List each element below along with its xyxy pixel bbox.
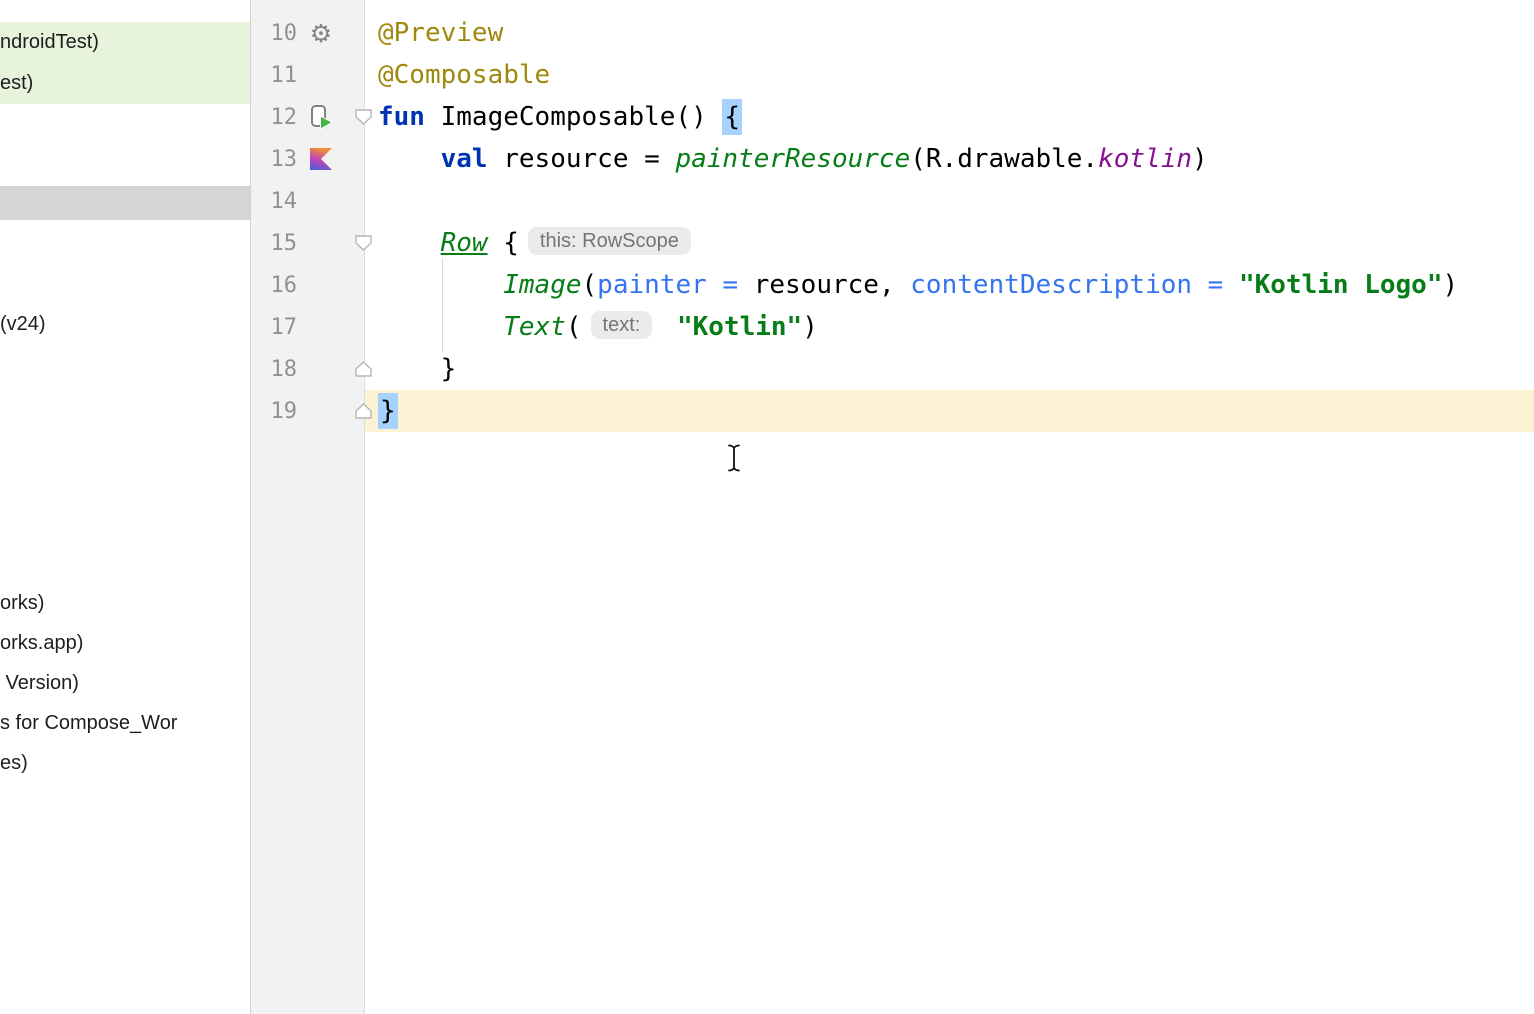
code-token: @Composable [378, 60, 550, 90]
code-token: "Kotlin" [677, 312, 802, 342]
line-number: 13 [251, 147, 297, 172]
code-token: kotlin [1098, 144, 1192, 174]
code-token: } [378, 393, 398, 429]
code-token [661, 312, 677, 342]
fold-expand-icon[interactable] [354, 403, 373, 420]
gutter-row[interactable]: 11 [251, 54, 364, 96]
line-number: 10 [251, 21, 297, 46]
code-token: ImageComposable() [425, 102, 722, 132]
code-line-12[interactable]: fun ImageComposable() { [364, 96, 1534, 138]
android-studio-window: ndroidTest) est) (v24) orks) orks.app) Versi… [0, 0, 1534, 1014]
code-line-15[interactable]: Row { this: RowScope [364, 222, 1534, 264]
gutter-row[interactable]: 13 [251, 138, 364, 180]
tree-item[interactable]: ndroidTest) [0, 22, 250, 63]
code-token: Text [503, 312, 566, 342]
project-panel: ndroidTest) est) (v24) orks) orks.app) Versi… [0, 0, 251, 1014]
code-token: painterResource [675, 144, 910, 174]
inlay-hint: this: RowScope [528, 227, 691, 255]
tree-item-label: est) [0, 72, 33, 94]
code-token: ) [802, 312, 818, 342]
gutter-icon-slot [305, 355, 337, 383]
line-number: 19 [251, 399, 297, 424]
tree-item[interactable] [0, 186, 250, 220]
tree-item[interactable]: (v24) [0, 310, 250, 338]
tree-item[interactable]: orks.app) [0, 629, 250, 657]
line-number: 18 [251, 357, 297, 382]
code-line-13[interactable]: val resource = painterResource(R.drawabl… [364, 138, 1534, 180]
code-token: (R.drawable. [910, 144, 1098, 174]
code-token: ( [566, 312, 582, 342]
code-token: ) [1443, 270, 1459, 300]
fold-collapse-icon[interactable] [354, 109, 373, 126]
code-token: } [378, 354, 456, 384]
code-line-10[interactable]: @Preview [364, 12, 1534, 54]
tree-item-label: ndroidTest) [0, 31, 99, 53]
code-token: resource, [754, 270, 911, 300]
gutter-icon-slot [305, 313, 337, 341]
fold-collapse-icon[interactable] [354, 235, 373, 252]
tree-item[interactable]: Version) [0, 669, 250, 697]
code-line-14[interactable] [364, 180, 1534, 222]
gutter-row[interactable]: 14 [251, 180, 364, 222]
tree-item-label: orks.app) [0, 632, 83, 654]
run-preview-icon[interactable] [305, 103, 337, 131]
code-token: painter = [597, 270, 754, 300]
text-cursor-pointer [725, 443, 743, 473]
tree-item-label: Version) [0, 672, 79, 694]
gutter-row[interactable]: 18 [251, 348, 364, 390]
tree-item[interactable]: est) [0, 63, 250, 104]
code-editor[interactable]: @Preview @Composable fun ImageComposable()… [364, 0, 1534, 1014]
gutter-row[interactable]: 15 [251, 222, 364, 264]
gutter-icon-slot [305, 397, 337, 425]
code-token: { [722, 99, 742, 135]
gutter-icon-slot [305, 229, 337, 257]
code-line-11[interactable]: @Composable [364, 54, 1534, 96]
tree-item-label: (v24) [0, 313, 46, 335]
fold-expand-icon[interactable] [354, 361, 373, 378]
gutter-row[interactable]: 16 [251, 264, 364, 306]
tree-item-label: orks) [0, 592, 44, 614]
code-token: @Preview [378, 18, 503, 48]
line-number: 15 [251, 231, 297, 256]
code-line-19[interactable]: } [364, 390, 1534, 432]
line-number: 14 [251, 189, 297, 214]
gutter-row[interactable]: 12 [251, 96, 364, 138]
tree-item-label: es) [0, 752, 28, 774]
gutter-row[interactable]: 10 ⚙ [251, 12, 364, 54]
code-token: resource = [488, 144, 676, 174]
tree-item[interactable]: es) [0, 749, 250, 777]
gutter-icon-slot [305, 271, 337, 299]
gear-icon[interactable]: ⚙ [305, 19, 337, 47]
line-number: 17 [251, 315, 297, 340]
code-token: Image [503, 270, 581, 300]
line-number: 11 [251, 63, 297, 88]
code-token: Row [441, 228, 488, 258]
code-line-16[interactable]: Image(painter = resource, contentDescrip… [364, 264, 1534, 306]
code-token [378, 312, 503, 342]
code-token: val [441, 144, 488, 174]
code-token: "Kotlin Logo" [1239, 270, 1443, 300]
inlay-hint: text: [591, 311, 653, 339]
editor-gutter: 10 ⚙ 11 12 13 14 15 16 17 18 19 [251, 0, 365, 1014]
gutter-icon-slot [305, 187, 337, 215]
kotlin-logo-icon[interactable] [305, 145, 337, 173]
code-token: ) [1192, 144, 1208, 174]
code-token: { [488, 228, 519, 258]
tree-item-label: s for Compose_Wor [0, 712, 177, 734]
gutter-icon-slot [305, 61, 337, 89]
tree-item[interactable]: orks) [0, 589, 250, 617]
code-line-17[interactable]: Text( text: "Kotlin") [364, 306, 1534, 348]
code-token [378, 144, 441, 174]
code-token: ( [582, 270, 598, 300]
tree-item[interactable]: s for Compose_Wor [0, 709, 250, 737]
code-token [378, 228, 441, 258]
gutter-row[interactable]: 19 [251, 390, 364, 432]
line-number: 16 [251, 273, 297, 298]
code-line-18[interactable]: } [364, 348, 1534, 390]
line-number: 12 [251, 105, 297, 130]
gutter-row[interactable]: 17 [251, 306, 364, 348]
code-token: fun [378, 102, 425, 132]
code-token: contentDescription = [910, 270, 1239, 300]
code-token [378, 270, 503, 300]
